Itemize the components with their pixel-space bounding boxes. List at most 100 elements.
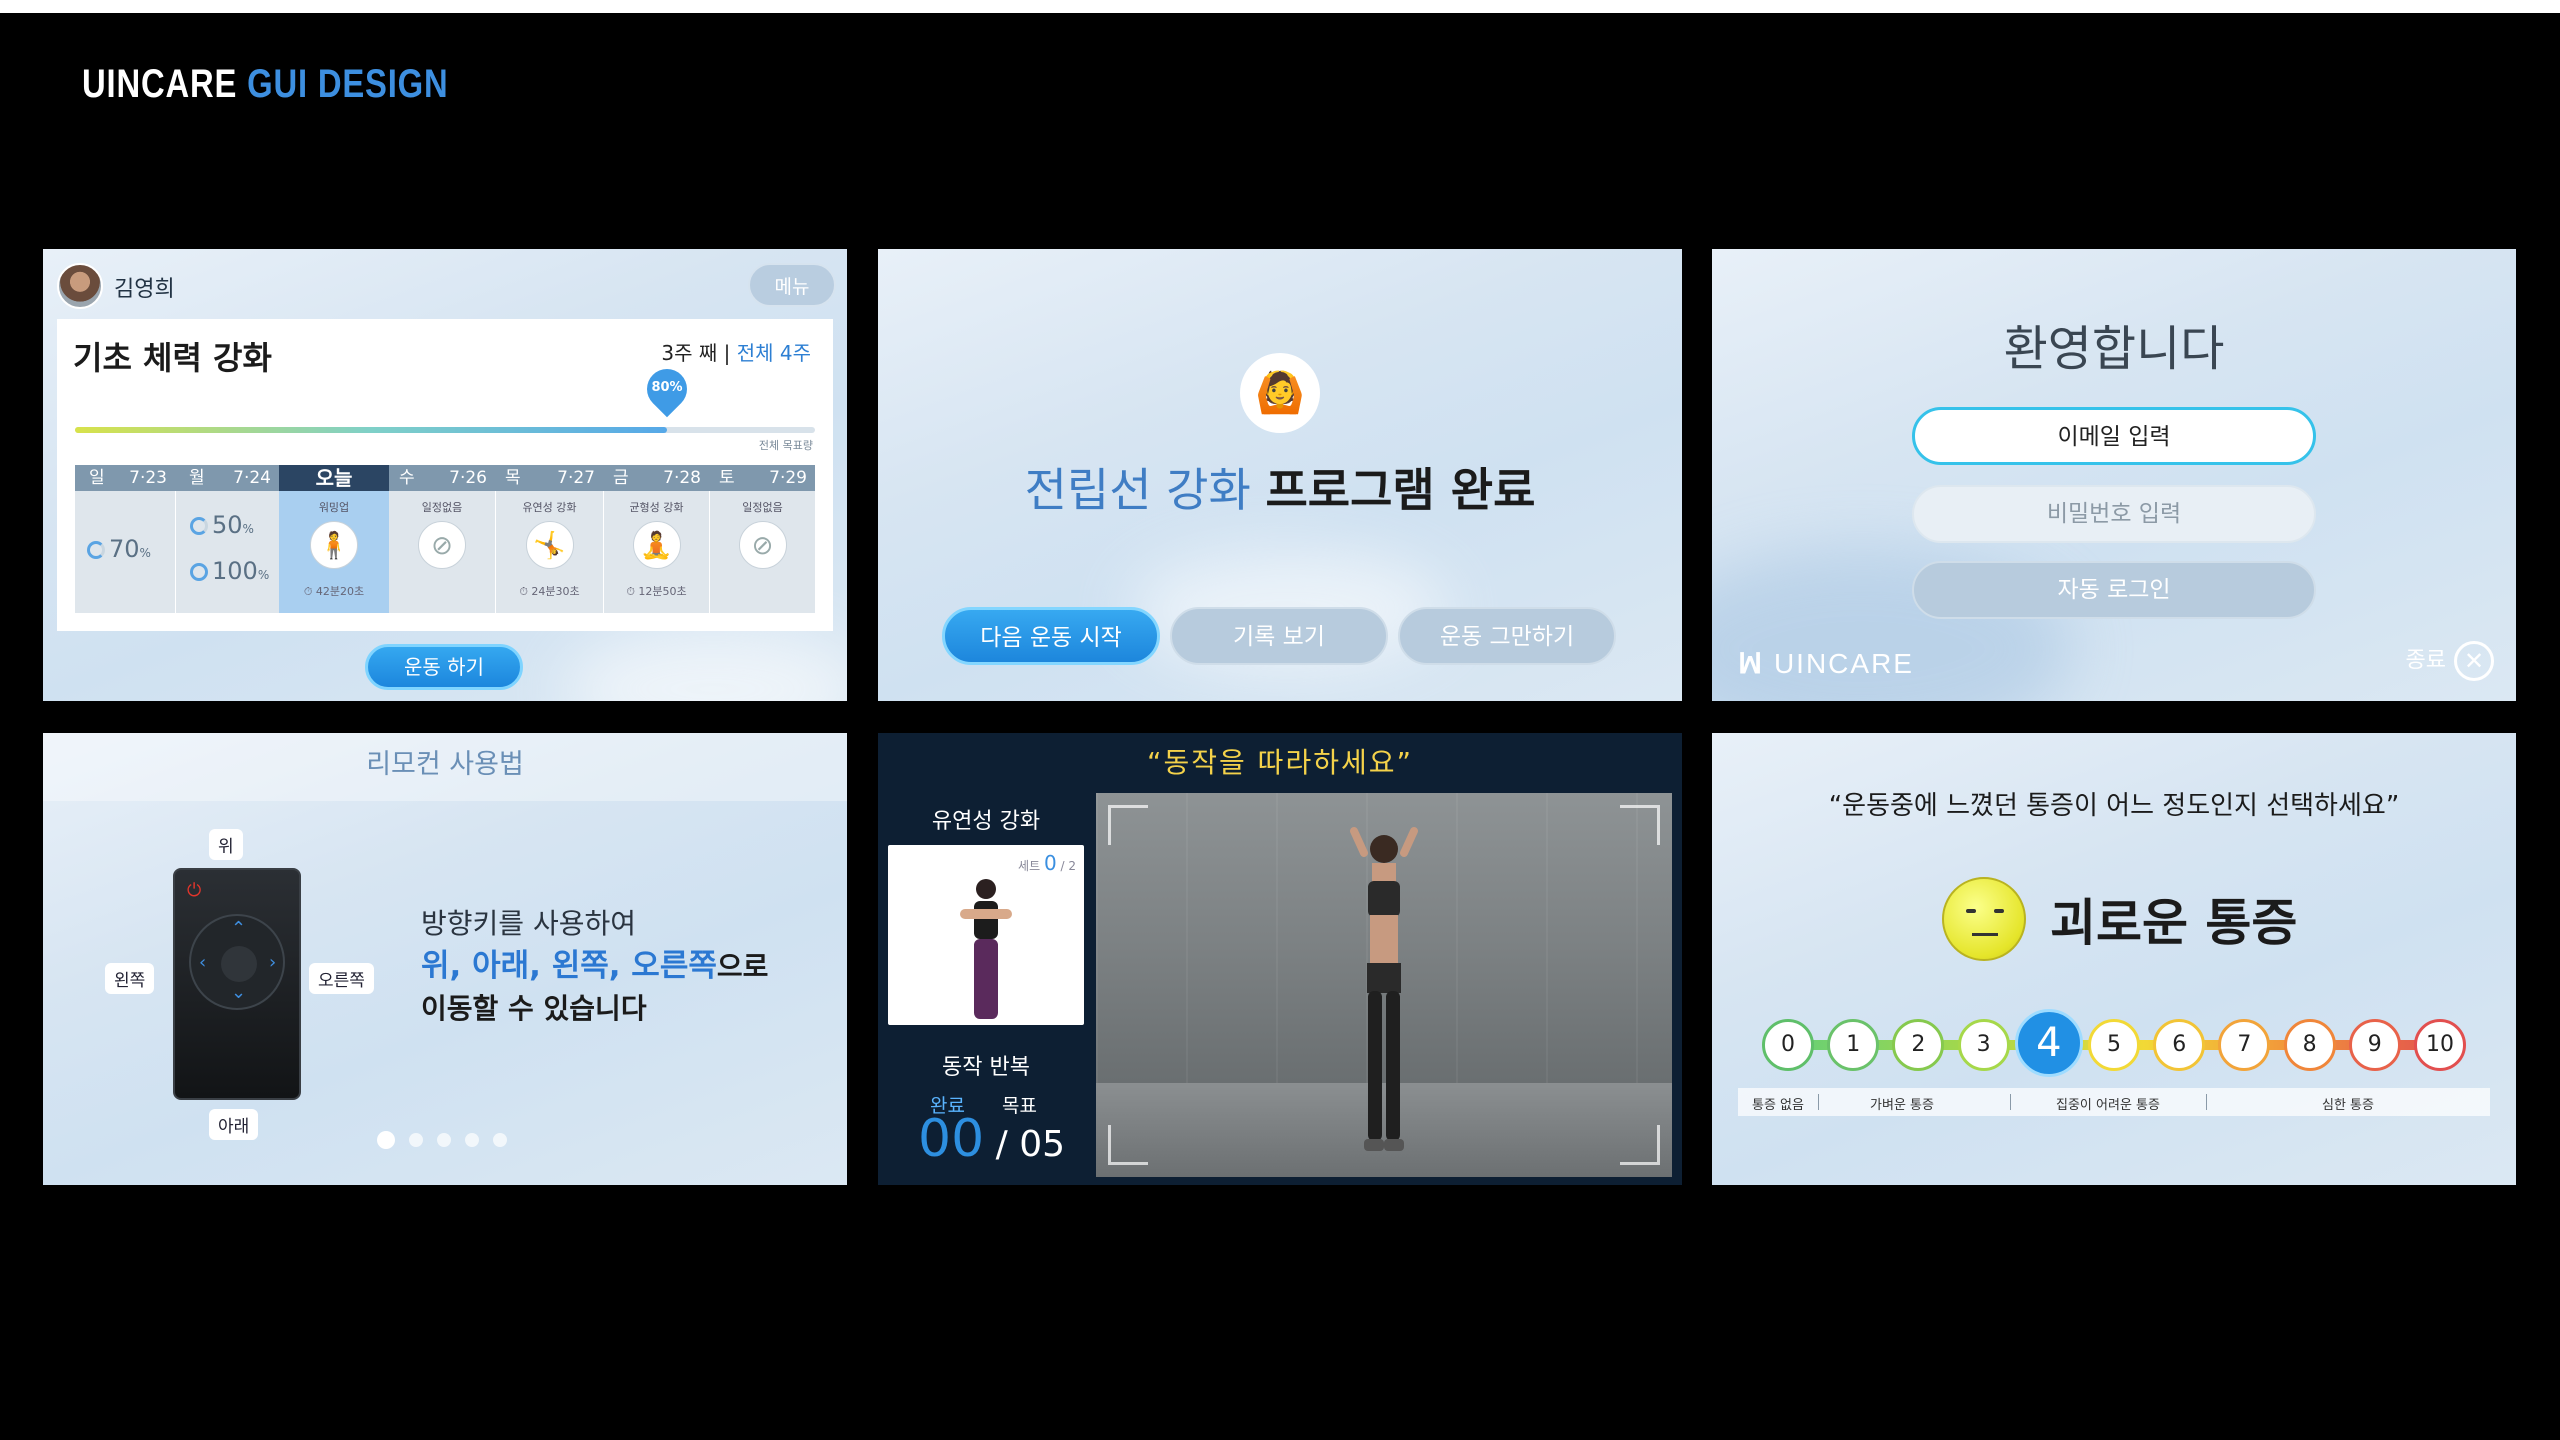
- brand-gui-design: GUI DESIGN: [247, 62, 449, 106]
- next-exercise-button[interactable]: 다음 운동 시작: [942, 607, 1160, 665]
- user-name: 김영희: [114, 277, 175, 302]
- goal-value: 05: [1019, 1124, 1065, 1165]
- day-activity: 워밍업: [318, 501, 350, 514]
- stat-unit: %: [139, 546, 151, 560]
- avatar[interactable]: [57, 263, 103, 309]
- background-glow: [563, 629, 847, 701]
- day-cell-today[interactable]: 워밍업 🧍 ⏱ 42분20초: [279, 491, 389, 613]
- exit-label: 종료: [2405, 648, 2446, 673]
- day-cell-mon[interactable]: 50% 100%: [175, 491, 279, 613]
- day-activity: 일정없음: [421, 501, 463, 514]
- day-header-sat: 토 7·29: [709, 465, 815, 491]
- view-history-button[interactable]: 기록 보기: [1170, 607, 1388, 665]
- progress-bar-fill: [75, 427, 667, 433]
- day-date: 7·23: [129, 468, 167, 488]
- pain-level-0-button[interactable]: 0: [1762, 1019, 1814, 1071]
- flexibility-figure-icon: 🤸: [525, 521, 574, 569]
- day-cell-sun[interactable]: 70%: [75, 491, 175, 613]
- pain-level-5-button[interactable]: 5: [2088, 1019, 2140, 1071]
- logo-mark-icon: ꟽ: [1738, 648, 1765, 679]
- category-none: 통증 없음: [1752, 1098, 1804, 1113]
- page-indicator: [377, 1131, 521, 1151]
- pain-level-4-button[interactable]: 4: [2014, 1009, 2083, 1077]
- warmup-figure-icon: 🧍: [310, 521, 358, 569]
- set-counter: 세트 0 / 2: [1018, 851, 1076, 875]
- week-indicator: 3주 째 | 전체 4주: [661, 341, 811, 365]
- frame-corner-icon: [1108, 805, 1148, 845]
- pain-level-9-button[interactable]: 9: [2348, 1019, 2401, 1071]
- pain-question: “운동중에 느꼈던 통증이 어느 정도인지 선택하세요”: [1828, 791, 2400, 821]
- auto-login-button[interactable]: 자동 로그인: [1912, 561, 2316, 619]
- page-dot[interactable]: [465, 1133, 479, 1147]
- stretch-figure-icon: 🙆: [1240, 353, 1320, 433]
- day-name: 목: [505, 468, 521, 488]
- page-dot[interactable]: [409, 1133, 423, 1147]
- page-dot[interactable]: [493, 1133, 507, 1147]
- guide-text: 방향키를 사용하여 위, 아래, 왼쪽, 오른쪽으로 이동할 수 있습니다: [421, 903, 768, 1030]
- welcome-title: 환영합니다: [2003, 321, 2225, 377]
- category-moderate: 집중이 어려운 통증: [2056, 1098, 2160, 1113]
- program-complete-screen: 🙆 전립선 강화 프로그램 완료 다음 운동 시작 기록 보기 운동 그만하기: [878, 249, 1682, 701]
- day-header-thu: 목 7·27: [495, 465, 603, 491]
- pain-level-2-button[interactable]: 2: [1892, 1019, 1945, 1071]
- day-cell-thu[interactable]: 유연성 강화 🤸 ⏱ 24분30초: [495, 491, 603, 613]
- pain-level-10-button[interactable]: 10: [2414, 1019, 2466, 1071]
- day-header-sun: 일 7·23: [75, 465, 175, 491]
- neutral-face-icon: [1942, 877, 2026, 961]
- pain-level-6-button[interactable]: 6: [2153, 1019, 2206, 1071]
- day-name: 월: [189, 468, 205, 488]
- day-cell-fri[interactable]: 균형성 강화 🧘 ⏱ 12분50초: [603, 491, 709, 613]
- quit-exercise-button[interactable]: 운동 그만하기: [1398, 607, 1616, 665]
- day-cell-sat[interactable]: 일정없음 ⊘: [709, 491, 815, 613]
- program-name: 전립선 강화: [1024, 463, 1251, 517]
- tag-down: 아래: [209, 1109, 259, 1140]
- guide-line-3: 이동할 수 있습니다: [421, 992, 647, 1025]
- close-icon: ✕: [2454, 641, 2494, 681]
- arrow-left-icon: ‹: [199, 952, 207, 973]
- password-field[interactable]: 비밀번호 입력: [1912, 485, 2316, 543]
- page-dot[interactable]: [377, 1131, 395, 1149]
- email-field[interactable]: 이메일 입력: [1912, 407, 2316, 465]
- pain-categories: 통증 없음 가벼운 통증 집중이 어려운 통증 심한 통증: [1738, 1088, 2490, 1116]
- exercise-video[interactable]: [1096, 793, 1672, 1177]
- exit-button[interactable]: 종료 ✕: [2406, 641, 2494, 681]
- direction-words: 위, 아래, 왼쪽, 오른쪽: [421, 948, 717, 984]
- stat-percent: 70%: [87, 535, 151, 563]
- set-label: 세트: [1018, 859, 1041, 873]
- pain-level-1-button[interactable]: 1: [1827, 1019, 1880, 1071]
- arrow-up-icon: ⌃: [231, 918, 247, 939]
- day-cell-wed[interactable]: 일정없음 ⊘: [389, 491, 495, 613]
- day-name: 금: [613, 468, 629, 488]
- pain-level-7-button[interactable]: 7: [2218, 1019, 2271, 1071]
- day-date: 7·28: [663, 468, 701, 488]
- day-date: 7·29: [769, 468, 807, 488]
- menu-button[interactable]: 메뉴: [748, 263, 836, 307]
- goal-label: 전체 목표량: [758, 439, 813, 452]
- duration-value: 12분50초: [638, 585, 687, 598]
- duration-value: 42분20초: [315, 585, 365, 598]
- start-exercise-button[interactable]: 운동 하기: [365, 644, 523, 690]
- tag-up: 위: [209, 829, 243, 860]
- done-value: 00: [918, 1109, 985, 1169]
- pain-scale-screen: “운동중에 느꼈던 통증이 어느 정도인지 선택하세요” 괴로운 통증 0123…: [1712, 733, 2516, 1185]
- category-severe: 심한 통증: [2322, 1098, 2374, 1113]
- tag-left: 왼쪽: [105, 963, 155, 994]
- set-total: 2: [1068, 859, 1076, 873]
- day-duration: ⏱ 42분20초: [303, 585, 365, 598]
- page-dot[interactable]: [437, 1133, 451, 1147]
- category-mild: 가벼운 통증: [1870, 1098, 1934, 1113]
- pain-level-8-button[interactable]: 8: [2283, 1019, 2336, 1071]
- day-activity: 일정없음: [742, 501, 783, 514]
- guide-line-2: 위, 아래, 왼쪽, 오른쪽으로: [421, 945, 768, 988]
- frame-corner-icon: [1108, 1125, 1148, 1165]
- day-duration: ⏱ 12분50초: [626, 585, 687, 598]
- progress-value: 80%: [651, 380, 683, 395]
- day-header-wed: 수 7·26: [389, 465, 495, 491]
- no-schedule-icon: ⊘: [418, 521, 466, 569]
- pain-level-3-button[interactable]: 3: [1957, 1019, 2010, 1071]
- day-header-mon: 월 7·24: [175, 465, 279, 491]
- day-date: 7·27: [557, 468, 595, 488]
- stat-unit: %: [242, 522, 254, 536]
- repeat-counter: 00 / 05: [918, 1109, 1065, 1169]
- stat-unit: %: [257, 568, 270, 582]
